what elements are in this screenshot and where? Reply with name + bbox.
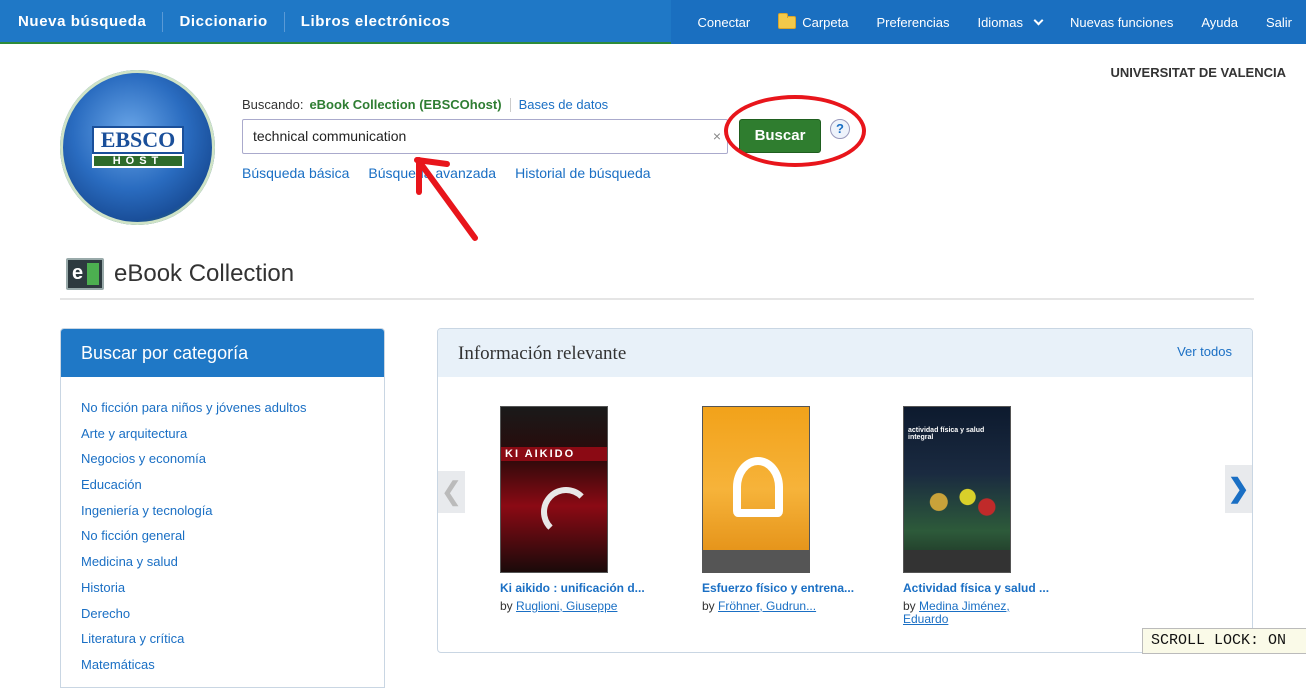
logo-text-host: HOST (92, 154, 184, 168)
divider (509, 97, 511, 112)
nav-carpeta-label: Carpeta (802, 14, 849, 30)
nav-idiomas-dropdown[interactable]: Idiomas (963, 15, 1056, 30)
secondary-nav: Conectar Carpeta Preferencias Idiomas Nu… (671, 0, 1306, 44)
book-title[interactable]: Esfuerzo físico y entrena... (702, 581, 872, 595)
search-input[interactable]: technical communication × (242, 119, 728, 154)
nav-idiomas-label: Idiomas (977, 14, 1023, 30)
category-item[interactable]: No ficción para niños y jóvenes adultos (81, 401, 384, 427)
searching-collection: eBook Collection (EBSCOhost) (309, 97, 502, 112)
book-cover[interactable] (702, 406, 810, 573)
searching-line: Buscando: eBook Collection (EBSCOhost) B… (242, 97, 608, 112)
search-query: technical communication (253, 128, 407, 144)
cover-title: KI AIKIDO (501, 447, 607, 461)
logo-text-ebsco: EBSCO (92, 126, 184, 154)
search-history-link[interactable]: Historial de búsqueda (515, 165, 650, 181)
by-label: by (903, 599, 916, 613)
carousel-prev-icon[interactable]: ❮ (438, 471, 465, 513)
chevron-down-icon (1033, 15, 1044, 25)
category-item[interactable]: Medicina y salud (81, 555, 384, 581)
carousel-next-icon[interactable]: ❯ (1225, 465, 1252, 513)
category-item[interactable]: Negocios y economía (81, 452, 384, 478)
nav-salir[interactable]: Salir (1252, 15, 1306, 30)
book-card[interactable]: actividad física y salud integral Activi… (903, 406, 1073, 626)
divider (60, 298, 1254, 300)
logo-inner: EBSCO HOST (92, 126, 184, 170)
category-item[interactable]: Derecho (81, 606, 384, 633)
databases-link[interactable]: Bases de datos (519, 97, 609, 112)
nav-libros-electronicos[interactable]: Libros electrónicos (285, 12, 467, 32)
relevant-panel-header: Información relevante Ver todos (438, 329, 1252, 377)
by-label: by (500, 599, 513, 613)
scroll-lock-indicator: SCROLL LOCK: ON (1142, 628, 1306, 654)
category-item[interactable]: Arte y arquitectura (81, 426, 384, 453)
nav-nuevas-funciones[interactable]: Nuevas funciones (1056, 15, 1187, 30)
category-item[interactable]: Matemáticas (81, 657, 384, 684)
book-title[interactable]: Actividad física y salud ... (903, 581, 1073, 595)
nav-carpeta[interactable]: Carpeta (764, 12, 862, 30)
category-panel-title: Buscar por categoría (61, 329, 384, 377)
category-item[interactable]: Literatura y crítica (81, 632, 384, 658)
folder-icon (778, 12, 797, 29)
relevant-info-panel: Información relevante Ver todos ❮ ❯ KI A… (437, 328, 1253, 653)
nav-ayuda[interactable]: Ayuda (1187, 15, 1252, 30)
nav-preferencias-label: Preferencias (876, 14, 950, 30)
nav-ayuda-label: Ayuda (1201, 14, 1238, 30)
book-author-link[interactable]: Ruglioni, Giuseppe (516, 599, 617, 613)
category-item[interactable]: Historia (81, 580, 384, 607)
ebook-collection-icon (66, 258, 104, 290)
annotation-circle (724, 95, 866, 167)
nav-conectar-label: Conectar (697, 14, 751, 30)
top-navigation-bar: Nueva búsqueda Diccionario Libros electr… (0, 0, 1306, 44)
searching-label: Buscando: (242, 97, 304, 112)
nav-preferencias[interactable]: Preferencias (862, 15, 963, 30)
category-panel: Buscar por categoría No ficción para niñ… (60, 328, 385, 688)
book-title[interactable]: Ki aikido : unificación d... (500, 581, 670, 595)
category-item[interactable]: No ficción general (81, 529, 384, 555)
ebsco-host-logo[interactable]: EBSCO HOST (60, 70, 215, 225)
book-author-link[interactable]: Fröhner, Gudrun... (718, 599, 816, 613)
institution-name: UNIVERSITAT DE VALENCIA (1110, 65, 1286, 80)
book-author-line: by Medina Jiménez, Eduardo (903, 600, 1033, 626)
book-author-link[interactable]: Medina Jiménez, Eduardo (903, 599, 1010, 626)
collection-title: eBook Collection (114, 260, 295, 287)
annotation-arrow (414, 157, 478, 241)
nav-nueva-busqueda[interactable]: Nueva búsqueda (18, 12, 164, 32)
book-cover[interactable]: KI AIKIDO (500, 406, 608, 573)
nav-diccionario[interactable]: Diccionario (163, 12, 285, 32)
book-author-line: by Fröhner, Gudrun... (702, 600, 872, 613)
category-item[interactable]: Ingeniería y tecnología (81, 503, 384, 530)
see-all-link[interactable]: Ver todos (1177, 344, 1232, 359)
book-card[interactable]: Esfuerzo físico y entrena... by Fröhner,… (702, 406, 872, 613)
basic-search-link[interactable]: Búsqueda básica (242, 165, 349, 181)
category-item[interactable]: Educación (81, 478, 384, 504)
book-cover[interactable]: actividad física y salud integral (903, 406, 1011, 573)
by-label: by (702, 599, 715, 613)
nav-salir-label: Salir (1265, 14, 1292, 30)
primary-nav: Nueva búsqueda Diccionario Libros electr… (18, 0, 467, 44)
book-card[interactable]: KI AIKIDO Ki aikido : unificación d... b… (500, 406, 670, 613)
cover-title: actividad física y salud integral (908, 427, 985, 441)
clear-icon[interactable]: × (713, 120, 721, 153)
nav-conectar[interactable]: Conectar (683, 15, 764, 30)
category-list: No ficción para niños y jóvenes adultos … (61, 377, 384, 684)
relevant-panel-title: Información relevante (458, 343, 627, 364)
nav-nuevas-funciones-label: Nuevas funciones (1070, 14, 1174, 30)
collection-heading: eBook Collection (66, 258, 294, 290)
book-author-line: by Ruglioni, Giuseppe (500, 600, 670, 613)
